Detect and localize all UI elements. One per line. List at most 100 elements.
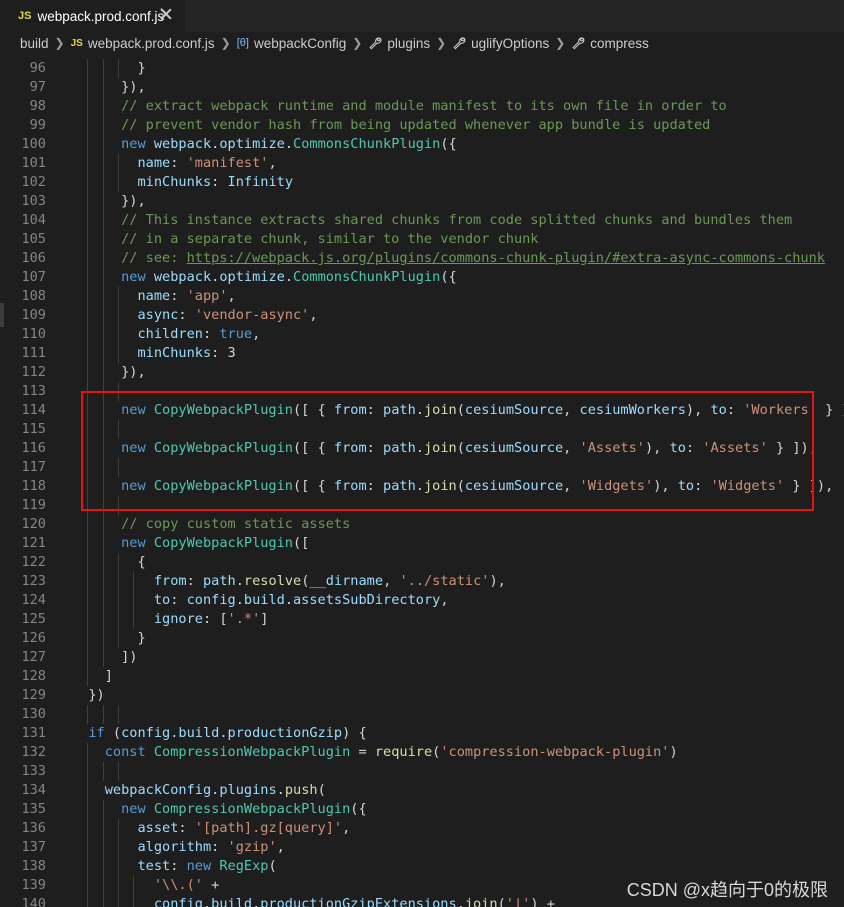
- code-token: 'app': [186, 288, 228, 304]
- code-token: asset: [137, 820, 179, 836]
- code-text: from: path.resolve(__dirname, '../static…: [72, 572, 506, 591]
- code-line[interactable]: 124 to: config.build.assetsSubDirectory,: [0, 591, 844, 610]
- line-number: 127: [21, 649, 46, 665]
- code-line[interactable]: 132 const CompressionWebpackPlugin = req…: [0, 743, 844, 762]
- code-token: config: [186, 592, 236, 608]
- code-line[interactable]: 112 }),: [0, 363, 844, 382]
- code-token: // This instance extracts shared chunks …: [72, 212, 793, 228]
- code-token: ): [669, 744, 678, 760]
- code-line[interactable]: 110 children: true,: [0, 325, 844, 344]
- code-line[interactable]: 134 webpackConfig.plugins.push(: [0, 781, 844, 800]
- code-token: .: [219, 725, 228, 741]
- code-line[interactable]: 107 new webpack.optimize.CommonsChunkPlu…: [0, 268, 844, 287]
- code-line[interactable]: 103 }),: [0, 192, 844, 211]
- code-token: :: [170, 155, 187, 171]
- code-token: :: [178, 820, 195, 836]
- code-line[interactable]: 129 }): [0, 686, 844, 705]
- editor-tab[interactable]: JS webpack.prod.conf.js: [0, 0, 185, 32]
- code-token: : [: [202, 611, 228, 627]
- code-token: config: [153, 896, 203, 907]
- code-text: // see: https://webpack.js.org/plugins/c…: [72, 249, 825, 268]
- code-line[interactable]: 138 test: new RegExp(: [0, 857, 844, 876]
- code-line[interactable]: 100 new webpack.optimize.CommonsChunkPlu…: [0, 135, 844, 154]
- code-line[interactable]: 109 async: 'vendor-async',: [0, 306, 844, 325]
- code-line[interactable]: 105 // in a separate chunk, similar to t…: [0, 230, 844, 249]
- code-token: .: [284, 269, 294, 285]
- line-number: 105: [21, 231, 46, 247]
- code-token: ]: [260, 611, 269, 627]
- code-token: ,: [252, 326, 261, 342]
- variable-icon: [θ]: [236, 37, 249, 49]
- breadcrumb-item-webpackconfig[interactable]: webpackConfig: [254, 36, 346, 51]
- code-line[interactable]: 135 new CompressionWebpackPlugin({: [0, 800, 844, 819]
- code-token: new: [121, 535, 146, 551]
- code-text: ignore: ['.*']: [72, 610, 269, 629]
- code-line[interactable]: 127 ]): [0, 648, 844, 667]
- code-token: +: [202, 877, 220, 893]
- breadcrumb-item-file[interactable]: webpack.prod.conf.js: [88, 36, 215, 51]
- code-line[interactable]: 101 name: 'manifest',: [0, 154, 844, 173]
- code-line[interactable]: 121 new CopyWebpackPlugin([: [0, 534, 844, 553]
- code-line[interactable]: 123 from: path.resolve(__dirname, '../st…: [0, 572, 844, 591]
- code-token: ,: [383, 573, 400, 589]
- code-line[interactable]: 125 ignore: ['.*']: [0, 610, 844, 629]
- js-file-icon: JS: [70, 37, 83, 49]
- code-token: assetsSubDirectory: [293, 592, 441, 608]
- code-token: ]: [72, 668, 113, 684]
- code-line[interactable]: 137 algorithm: 'gzip',: [0, 838, 844, 857]
- line-number: 140: [21, 896, 46, 907]
- code-line[interactable]: 97 }),: [0, 78, 844, 97]
- code-line[interactable]: 128 ]: [0, 667, 844, 686]
- code-line[interactable]: 102 minChunks: Infinity: [0, 173, 844, 192]
- breadcrumb-item-uglifyoptions[interactable]: uglifyOptions: [471, 36, 549, 51]
- code-token: 3: [227, 345, 236, 361]
- code-line[interactable]: 131 if (config.build.productionGzip) {: [0, 724, 844, 743]
- code-token: async: [137, 307, 179, 323]
- code-line[interactable]: 96 }: [0, 59, 844, 78]
- code-token: ({: [350, 801, 367, 817]
- code-line[interactable]: 98 // extract webpack runtime and module…: [0, 97, 844, 116]
- code-text: minChunks: 3: [72, 344, 236, 363]
- tab-title[interactable]: webpack.prod.conf.js: [37, 9, 164, 24]
- code-token: const: [104, 744, 146, 760]
- code-line[interactable]: 99 // prevent vendor hash from being upd…: [0, 116, 844, 135]
- breadcrumb-item-build[interactable]: build: [20, 36, 49, 51]
- code-token: name: [137, 155, 171, 171]
- code-token: 'vendor-async': [194, 307, 310, 323]
- code-line[interactable]: 120 // copy custom static assets: [0, 515, 844, 534]
- code-token: new: [186, 858, 212, 874]
- code-token: __dirname: [309, 573, 384, 589]
- code-line[interactable]: 106 // see: https://webpack.js.org/plugi…: [0, 249, 844, 268]
- code-text: // copy custom static assets: [72, 515, 350, 534]
- breadcrumb-item-compress[interactable]: compress: [590, 36, 649, 51]
- code-line[interactable]: 136 asset: '[path].gz[query]',: [0, 819, 844, 838]
- code-line[interactable]: 122 {: [0, 553, 844, 572]
- code-token: ,: [440, 592, 449, 608]
- code-text: }): [72, 686, 104, 705]
- code-line[interactable]: 130: [0, 705, 844, 724]
- code-line[interactable]: 126 }: [0, 629, 844, 648]
- code-line[interactable]: 133: [0, 762, 844, 781]
- code-token: // prevent vendor hash from being update…: [72, 117, 711, 133]
- line-number: 130: [21, 706, 46, 722]
- line-number: 138: [21, 858, 46, 874]
- breadcrumb-item-plugins[interactable]: plugins: [387, 36, 430, 51]
- line-number: 114: [21, 402, 46, 418]
- code-line[interactable]: 111 minChunks: 3: [0, 344, 844, 363]
- chevron-right-icon: ❯: [54, 36, 65, 50]
- code-line[interactable]: 108 name: 'app',: [0, 287, 844, 306]
- close-icon[interactable]: [159, 7, 173, 21]
- code-token: CompressionWebpackPlugin: [153, 744, 351, 760]
- code-token: // in a separate chunk, similar to the v…: [72, 231, 539, 247]
- code-token: CommonsChunkPlugin: [293, 269, 441, 285]
- code-token: ({: [440, 269, 457, 285]
- tab-bar: JS webpack.prod.conf.js: [0, 0, 844, 32]
- line-number: 125: [21, 611, 46, 627]
- line-number: 133: [21, 763, 46, 779]
- code-line[interactable]: 104 // This instance extracts shared chu…: [0, 211, 844, 230]
